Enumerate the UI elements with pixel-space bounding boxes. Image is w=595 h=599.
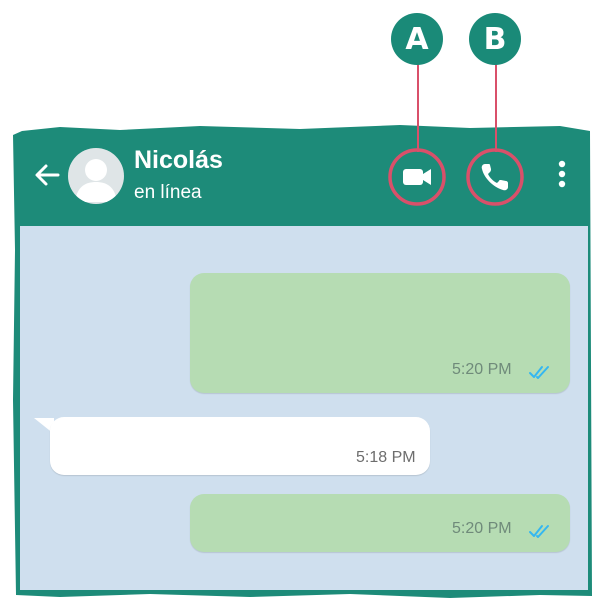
tutorial-illustration: Nicolás en línea 5:20 PM 5:18 PM 5:20 PM… [0,0,595,599]
callout-b-marker: B [469,13,521,65]
double-check-icon [529,525,549,538]
callout-a-marker: A [391,13,443,65]
arrow-left-icon[interactable] [32,160,62,190]
message-incoming[interactable]: 5:18 PM [50,417,430,475]
contact-name[interactable]: Nicolás [134,146,223,175]
callout-b-line [495,64,497,152]
avatar[interactable] [68,148,124,204]
video-call-button[interactable] [388,148,446,206]
message-time: 5:20 PM [452,520,512,537]
chat-header: Nicolás en línea [20,140,588,226]
message-list[interactable]: 5:20 PM 5:18 PM 5:20 PM [20,226,588,590]
phone-icon [466,148,524,206]
message-outgoing[interactable]: 5:20 PM [190,494,570,552]
video-camera-icon [388,148,446,206]
message-time: 5:20 PM [452,361,512,378]
voice-call-button[interactable] [466,148,524,206]
message-outgoing[interactable]: 5:20 PM [190,273,570,393]
double-check-icon [529,366,549,379]
contact-status: en línea [134,182,202,203]
callout-a-line [417,64,419,152]
chat-screen: Nicolás en línea 5:20 PM 5:18 PM 5:20 PM [20,140,588,590]
more-vertical-icon[interactable] [552,156,572,192]
message-time: 5:18 PM [356,449,416,466]
person-icon [75,159,117,202]
